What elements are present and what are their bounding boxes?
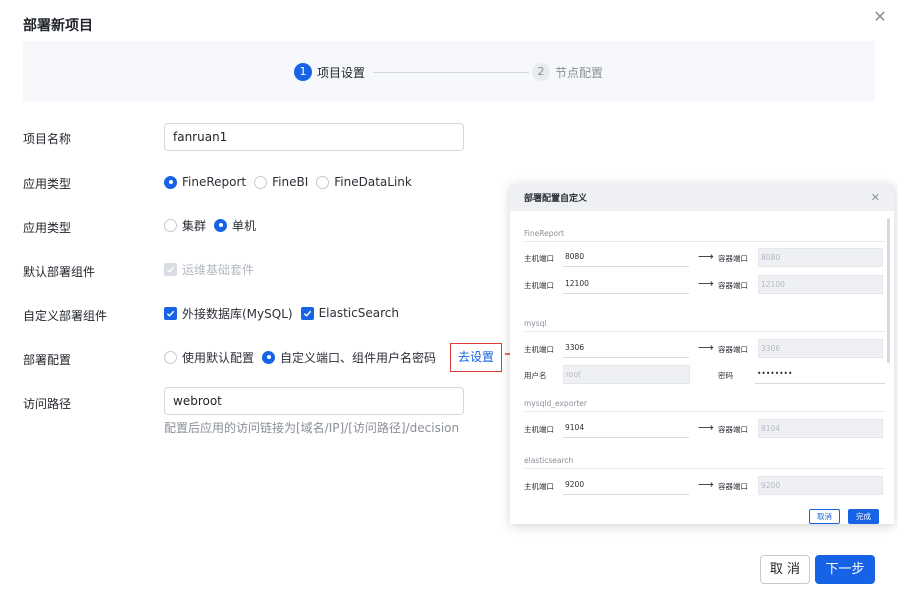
username-label: 用户名 (524, 371, 547, 380)
app-type-label: 应用类型 (23, 177, 72, 191)
radio-label: FineBI (272, 175, 309, 189)
default-components-label: 默认部署组件 (23, 265, 96, 279)
app-type-radio-group: FineReport FineBI FineDataLink (164, 174, 412, 190)
divider (524, 411, 886, 412)
custom-deploy-config-dialog: 部署配置自定义 ✕ FineReport 主机端口 8080 ⟶ 容器端口 80… (510, 184, 894, 524)
host-port-input[interactable]: 8080 (563, 248, 689, 267)
radio-finebi[interactable] (254, 175, 268, 189)
project-name-input[interactable]: fanruan1 (164, 123, 464, 151)
sub-cancel-button[interactable]: 取消 (809, 509, 840, 524)
step-number: 2 (532, 63, 550, 81)
sub-done-button[interactable]: 完成 (848, 509, 879, 524)
access-path-input[interactable]: webroot (164, 387, 464, 415)
checkbox-ops-suite (164, 262, 177, 276)
deploy-mode-radio-group: 集群 单机 (164, 217, 256, 233)
host-port-input[interactable]: 9104 (563, 419, 689, 438)
step-label: 节点配置 (555, 65, 604, 80)
custom-components-label: 自定义部署组件 (23, 309, 108, 323)
radio-label: 单机 (232, 218, 257, 233)
arrow-right-icon: ⟶ (698, 341, 714, 354)
checkbox-elasticsearch[interactable] (300, 306, 314, 320)
section-title-mysql: mysql (524, 319, 547, 328)
radio-cluster[interactable] (164, 218, 177, 232)
radio-label: FineDataLink (334, 175, 412, 189)
container-port-input: 9104 (758, 419, 883, 438)
container-port-label: 容器端口 (718, 482, 748, 491)
close-icon[interactable]: ✕ (871, 191, 880, 204)
sub-dialog-header: 部署配置自定义 ✕ (510, 184, 894, 211)
radio-label: 集群 (182, 218, 207, 233)
host-port-input[interactable]: 9200 (563, 476, 689, 495)
radio-label: FineReport (182, 175, 247, 189)
arrow-right-icon: ⟶ (698, 250, 714, 263)
radio-custom-config[interactable] (262, 350, 276, 364)
password-label: 密码 (718, 371, 733, 380)
dialog-title: 部署新项目 (23, 18, 93, 34)
cancel-button[interactable]: 取 消 (760, 555, 810, 584)
container-port-input: 3306 (758, 339, 883, 358)
radio-finereport[interactable] (164, 175, 177, 189)
default-components-group: 运维基础套件 (164, 261, 254, 277)
container-port-input: 12100 (758, 275, 883, 294)
sub-dialog-title: 部署配置自定义 (524, 194, 588, 204)
step-node-config[interactable]: 2 节点配置 (532, 63, 603, 81)
password-input[interactable]: •••••••• (755, 365, 885, 384)
deploy-mode-label: 应用类型 (23, 221, 72, 235)
step-number: 1 (294, 63, 312, 81)
close-icon[interactable]: ✕ (872, 9, 888, 25)
section-title-elasticsearch: elasticsearch (524, 456, 574, 465)
access-path-hint: 配置后应用的访问链接为[域名/IP]/[访问路径]/decision (164, 421, 460, 435)
arrow-right-icon: ⟶ (698, 277, 714, 290)
username-input: root (563, 365, 690, 384)
container-port-label: 容器端口 (718, 281, 748, 290)
stepper: 1 项目设置 2 节点配置 (23, 41, 875, 102)
arrow-right-icon: ⟶ (698, 421, 714, 434)
custom-components-group: 外接数据库(MySQL) ElasticSearch (164, 305, 399, 321)
step-project-settings[interactable]: 1 项目设置 (294, 63, 365, 81)
next-step-button[interactable]: 下一步 (815, 555, 875, 584)
host-port-input[interactable]: 12100 (563, 275, 689, 294)
checkbox-label: ElasticSearch (318, 306, 399, 320)
access-path-label: 访问路径 (23, 397, 72, 411)
host-port-label: 主机端口 (524, 281, 554, 290)
radio-label: 使用默认配置 (182, 350, 255, 365)
arrow-right-icon: ⟶ (698, 478, 714, 491)
container-port-label: 容器端口 (718, 254, 748, 263)
container-port-input: 8080 (758, 248, 883, 267)
divider (524, 331, 886, 332)
radio-label: 自定义端口、组件用户名密码 (280, 350, 437, 365)
section-title-mysqld-exporter: mysqld_exporter (524, 399, 587, 408)
project-name-label: 项目名称 (23, 132, 72, 146)
divider (524, 468, 886, 469)
step-connector (373, 72, 529, 73)
container-port-label: 容器端口 (718, 345, 748, 354)
checkbox-mysql[interactable] (164, 306, 177, 320)
host-port-label: 主机端口 (524, 482, 554, 491)
section-title-finereport: FineReport (524, 229, 565, 238)
radio-finedatalink[interactable] (316, 175, 330, 189)
deploy-config-radio-group: 使用默认配置 自定义端口、组件用户名密码 (164, 349, 436, 365)
host-port-label: 主机端口 (524, 425, 554, 434)
deploy-config-label: 部署配置 (23, 353, 72, 367)
checkbox-label: 外接数据库(MySQL) (182, 306, 293, 321)
scrollbar[interactable] (887, 218, 890, 363)
host-port-label: 主机端口 (524, 254, 554, 263)
host-port-input[interactable]: 3306 (563, 339, 689, 358)
container-port-label: 容器端口 (718, 425, 748, 434)
goto-settings-link[interactable]: 去设置 (450, 343, 502, 372)
radio-standalone[interactable] (214, 218, 228, 232)
step-label: 项目设置 (317, 65, 366, 80)
host-port-label: 主机端口 (524, 345, 554, 354)
container-port-input: 9200 (758, 476, 883, 495)
checkbox-label: 运维基础套件 (182, 262, 255, 277)
radio-default-config[interactable] (164, 350, 177, 364)
divider (524, 241, 886, 242)
